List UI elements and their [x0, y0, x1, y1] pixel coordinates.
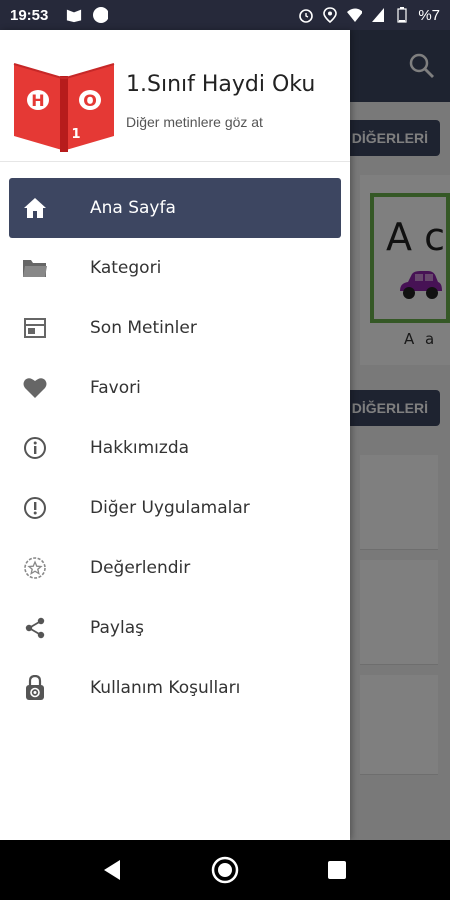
recents-icon[interactable] — [327, 860, 347, 880]
drawer-header: H O 1 1.Sınıf Haydi Oku Diğer metinlere … — [0, 30, 350, 162]
menu-item-ana-sayfa[interactable]: Ana Sayfa — [9, 178, 341, 238]
menu-item-label: Favori — [90, 378, 141, 398]
logo-letter-o: O — [83, 91, 97, 110]
menu-item-paylas[interactable]: Paylaş — [0, 598, 350, 658]
menu-item-diger-uygulamalar[interactable]: Diğer Uygulamalar — [0, 478, 350, 538]
app-subtitle: Diğer metinlere göz at — [126, 114, 263, 130]
logo-letter-h: H — [31, 91, 44, 110]
signal-icon — [370, 7, 386, 23]
menu-item-kategori[interactable]: Kategori — [0, 238, 350, 298]
heart-icon — [22, 376, 48, 400]
alert-circle-icon — [22, 496, 48, 520]
drawer-menu: Ana Sayfa Kategori Son Metinler Favori H… — [0, 178, 350, 718]
share-icon — [22, 616, 48, 640]
menu-item-label: Paylaş — [90, 618, 144, 638]
star-badge-icon — [22, 556, 48, 580]
menu-item-label: Değerlendir — [90, 558, 191, 578]
alarm-icon — [298, 7, 314, 23]
folder-icon — [22, 256, 48, 280]
navigation-drawer: H O 1 1.Sınıf Haydi Oku Diğer metinlere … — [0, 30, 350, 840]
recent-icon — [22, 316, 48, 340]
menu-item-label: Kategori — [90, 258, 162, 278]
app-title: 1.Sınıf Haydi Oku — [126, 72, 316, 97]
menu-item-son-metinler[interactable]: Son Metinler — [0, 298, 350, 358]
app-notification-icon — [66, 7, 82, 23]
menu-item-hakkimizda[interactable]: Hakkımızda — [0, 418, 350, 478]
home-nav-icon[interactable] — [211, 856, 239, 884]
menu-item-label: Kullanım Koşulları — [90, 678, 241, 698]
info-icon — [22, 436, 48, 460]
battery-percent: %7 — [418, 6, 440, 24]
battery-icon — [394, 7, 410, 23]
menu-item-kullanim-kosullari[interactable]: Kullanım Koşulları — [0, 658, 350, 718]
system-nav-bar — [0, 840, 450, 900]
menu-item-label: Ana Sayfa — [90, 198, 176, 218]
lock-gear-icon — [22, 675, 48, 700]
menu-item-label: Son Metinler — [90, 318, 197, 338]
location-icon — [322, 7, 338, 23]
menu-item-label: Diğer Uygulamalar — [90, 498, 250, 518]
logo-number: 1 — [71, 127, 80, 142]
menu-item-degerlendir[interactable]: Değerlendir — [0, 538, 350, 598]
notification-dot-icon — [92, 7, 109, 23]
home-icon — [22, 196, 48, 220]
wifi-icon — [346, 7, 363, 23]
menu-item-favori[interactable]: Favori — [0, 358, 350, 418]
menu-item-label: Hakkımızda — [90, 438, 190, 458]
back-icon[interactable] — [100, 858, 124, 882]
status-bar: 19:53 %7 — [0, 0, 450, 30]
app-logo: H O 1 — [12, 52, 116, 152]
status-time: 19:53 — [10, 6, 49, 24]
